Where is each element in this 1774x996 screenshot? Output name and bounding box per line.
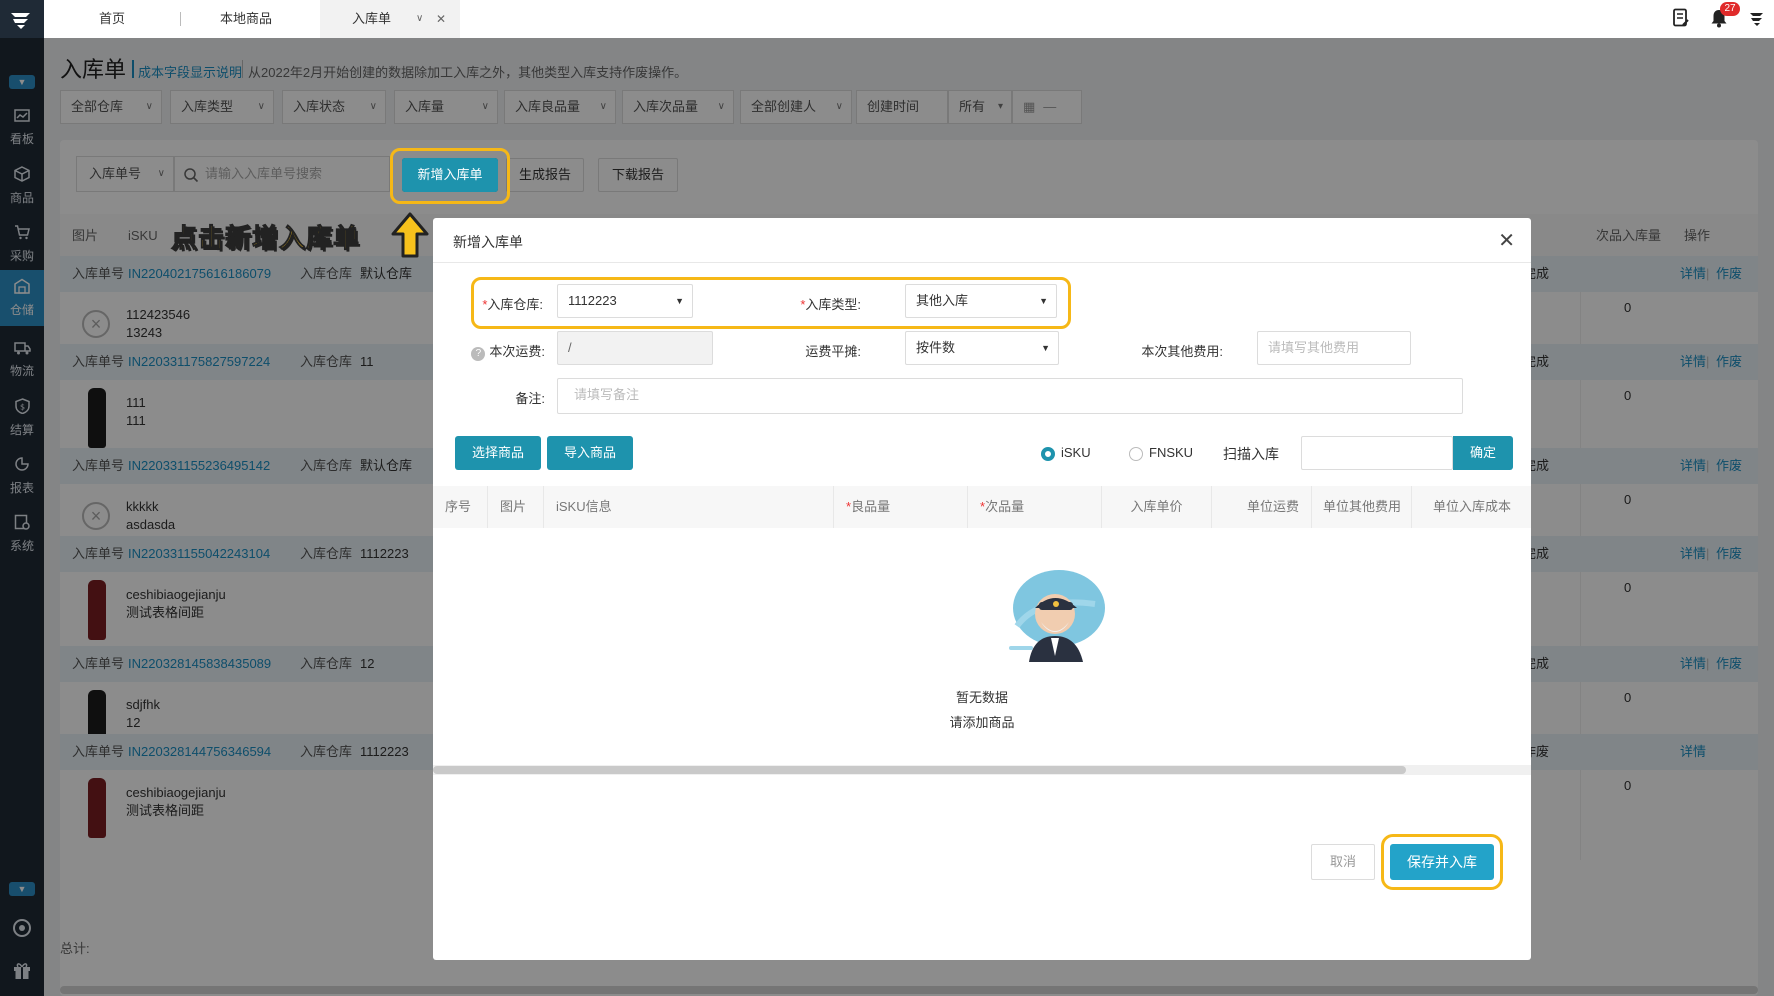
freight-split-select[interactable]: 按件数 ▼ — [905, 331, 1059, 365]
remark-placeholder: 请填写备注 — [574, 387, 640, 402]
warehouse-label: *入库仓库: — [482, 297, 543, 312]
inbound-type-label-text: 入库类型: — [805, 297, 861, 312]
modal-divider — [433, 262, 1531, 263]
help-icon[interactable]: ? — [471, 347, 486, 361]
inbound-type-label: *入库类型: — [800, 297, 861, 312]
column-label: 次品量 — [985, 499, 1025, 514]
other-fee-label: 本次其他费用: — [1141, 344, 1223, 359]
other-fee-placeholder: 请填写其他费用 — [1268, 340, 1360, 355]
goods-table-header: 序号 图片 iSKU信息 *良品量 *次品量 入库单价 单位运费 单位其他费用 … — [433, 486, 1531, 528]
tab-local-goods[interactable]: 本地商品 — [196, 0, 296, 38]
remark-label: 备注: — [515, 391, 545, 406]
caret-down-icon: ▼ — [675, 296, 684, 306]
freight-label: ? 本次运费: — [461, 341, 545, 361]
annotation-callout: 点击新增入库单 — [170, 224, 361, 255]
column-header-unit-freight: 单位运费 — [1211, 486, 1311, 528]
column-header-unit-other-fee: 单位其他费用 — [1311, 486, 1411, 528]
empty-state-title: 暂无数据 — [955, 690, 1008, 705]
notes-icon[interactable] — [1670, 8, 1692, 30]
empty-state-subtitle: 请添加商品 — [949, 715, 1015, 730]
tab-inbound[interactable]: 入库单 ∨ ✕ — [320, 0, 460, 38]
caret-down-icon: ▼ — [1039, 296, 1048, 306]
freight-value: / — [568, 340, 572, 355]
column-header-unit-cost: 单位入库成本 — [1411, 486, 1521, 528]
warehouse-label-text: 入库仓库: — [487, 297, 543, 312]
close-icon[interactable]: ✕ — [436, 0, 446, 38]
radio-fnsku[interactable] — [1129, 447, 1143, 461]
column-label: 良品量 — [851, 499, 891, 514]
chevron-down-icon[interactable]: ∨ — [416, 0, 423, 38]
column-header-image: 图片 — [487, 486, 543, 528]
other-fee-input[interactable]: 请填写其他费用 — [1257, 331, 1411, 365]
cancel-button[interactable]: 取消 — [1311, 844, 1375, 880]
scan-confirm-button[interactable]: 确定 — [1453, 436, 1513, 470]
tab-home[interactable]: 首页 — [64, 0, 160, 38]
empty-state-illustration — [1009, 570, 1105, 662]
freight-label-text: 本次运费: — [489, 344, 545, 359]
column-header-unit-price: 入库单价 — [1101, 486, 1211, 528]
bell-icon[interactable]: 27 — [1708, 2, 1740, 30]
warehouse-value: 1112223 — [568, 293, 617, 308]
goods-table-scrollbar[interactable] — [433, 765, 1531, 775]
column-header-defect-qty: *次品量 — [967, 486, 1101, 528]
tab-separator — [180, 12, 181, 26]
freight-split-value: 按件数 — [916, 340, 956, 355]
inbound-type-value: 其他入库 — [916, 293, 969, 308]
scrollbar-thumb[interactable] — [433, 766, 1406, 774]
add-inbound-button-highlighted[interactable]: 新增入库单 — [402, 158, 498, 192]
radio-fnsku-label: FNSKU — [1149, 445, 1194, 460]
avatar[interactable] — [1746, 8, 1768, 30]
app-logo-icon[interactable] — [0, 0, 44, 40]
save-and-inbound-button[interactable]: 保存并入库 — [1390, 844, 1494, 880]
top-tab-bar: 首页 本地商品 入库单 ∨ ✕ 27 — [44, 0, 1774, 38]
notification-badge: 27 — [1720, 2, 1740, 16]
freight-split-label: 运费平摊: — [805, 344, 861, 359]
radio-isku-label: iSKU — [1061, 445, 1091, 460]
freight-input[interactable]: / — [557, 331, 713, 365]
scan-input[interactable] — [1301, 436, 1453, 470]
scan-label: 扫描入库 — [1223, 446, 1279, 462]
arrow-up-icon — [391, 212, 429, 258]
column-header-good-qty: *良品量 — [833, 486, 967, 528]
close-icon[interactable]: ✕ — [1498, 228, 1515, 253]
select-goods-button[interactable]: 选择商品 — [455, 436, 541, 470]
radio-isku[interactable] — [1041, 447, 1055, 461]
remark-input[interactable]: 请填写备注 — [557, 378, 1463, 414]
column-header-isku-info: iSKU信息 — [543, 486, 833, 528]
tab-inbound-label: 入库单 — [352, 11, 392, 26]
column-header-index: 序号 — [445, 499, 472, 514]
caret-down-icon: ▼ — [1041, 343, 1050, 353]
warehouse-select[interactable]: 1112223 ▼ — [557, 284, 693, 318]
add-inbound-modal: 新增入库单 ✕ *入库仓库: 1112223 ▼ *入库类型: 其他入库 ▼ ? 本次… — [433, 218, 1531, 960]
modal-title: 新增入库单 — [453, 234, 523, 250]
inbound-type-select[interactable]: 其他入库 ▼ — [905, 284, 1057, 318]
import-goods-button[interactable]: 导入商品 — [547, 436, 633, 470]
